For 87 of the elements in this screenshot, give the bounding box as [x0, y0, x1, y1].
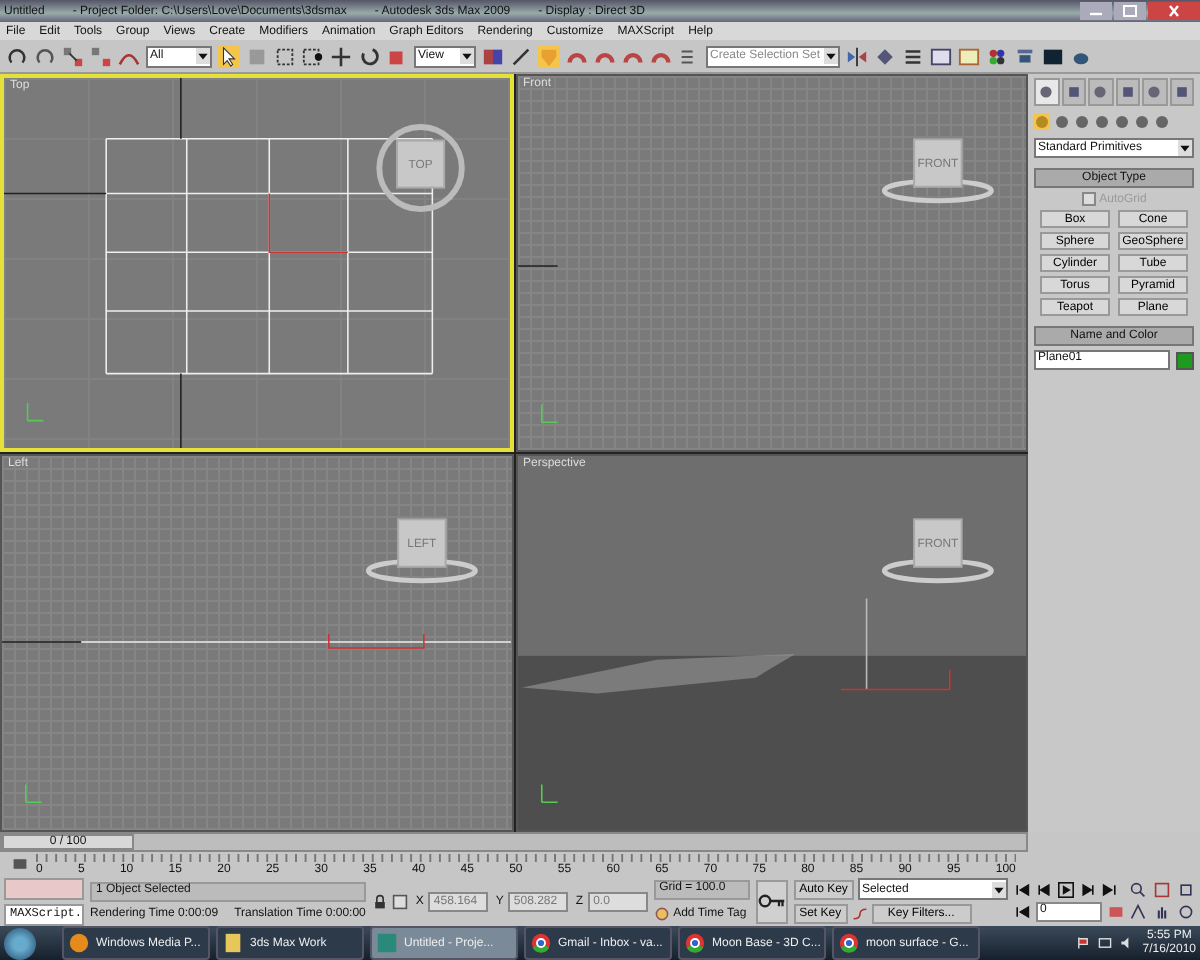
cursor-icon[interactable] — [218, 45, 240, 67]
dropdown-arrow-icon — [196, 48, 210, 64]
render-frame-icon[interactable] — [1042, 45, 1064, 67]
dot-icon — [1054, 114, 1070, 130]
category-button[interactable] — [1054, 114, 1070, 130]
dropdown-arrow-icon — [824, 48, 838, 64]
dropdown-arrow-icon — [1178, 140, 1192, 156]
unlink-icon[interactable] — [90, 45, 112, 67]
window-crossing-icon[interactable] — [302, 45, 324, 67]
dropdown-arrow-icon — [460, 48, 474, 64]
grid-axis-line — [2, 641, 82, 643]
browser-icon — [530, 932, 552, 954]
lock-icon[interactable] — [371, 893, 388, 909]
dot-icon — [1154, 114, 1170, 130]
axis-tripod-icon — [25, 783, 43, 804]
orbit-icon[interactable] — [1177, 904, 1194, 920]
panel-tab[interactable] — [1088, 78, 1113, 106]
grid-axis-line — [517, 265, 558, 267]
axis-tripod-icon — [540, 783, 558, 804]
dot-icon — [1114, 114, 1130, 130]
undo-icon[interactable] — [6, 45, 28, 67]
browser-icon — [684, 932, 706, 954]
start-button[interactable] — [4, 927, 36, 959]
axis-tripod-icon — [26, 402, 45, 422]
curve-editor-icon[interactable] — [930, 45, 952, 67]
set-key-button[interactable] — [755, 879, 788, 923]
redo-icon[interactable] — [34, 45, 56, 67]
close-button[interactable] — [1148, 2, 1200, 20]
category-button[interactable] — [1114, 114, 1130, 130]
zoom-all-icon[interactable] — [1153, 882, 1170, 898]
time-tag-icon[interactable] — [653, 906, 670, 922]
flag-icon[interactable] — [1076, 936, 1091, 950]
zoom-extents-icon[interactable] — [1177, 882, 1194, 898]
axis-line — [864, 597, 867, 691]
manipulate-icon[interactable] — [510, 45, 532, 67]
previous-frame-icon[interactable] — [1035, 881, 1052, 897]
field-of-view-icon[interactable] — [1129, 904, 1146, 920]
go-to-start-icon[interactable] — [1013, 881, 1030, 897]
pivot-marker — [839, 668, 950, 691]
media-player-icon — [68, 932, 90, 954]
key-icon — [757, 894, 786, 908]
move-icon[interactable] — [330, 45, 352, 67]
absolute-mode-icon[interactable] — [391, 893, 408, 909]
material-editor-icon[interactable] — [986, 45, 1008, 67]
mirror-icon[interactable] — [846, 45, 868, 67]
key-tangent-icon[interactable] — [851, 906, 868, 922]
circle-icon — [1038, 84, 1055, 100]
category-button[interactable] — [1074, 114, 1090, 130]
panel-tab[interactable] — [1061, 78, 1086, 106]
go-to-end-icon[interactable] — [1101, 881, 1118, 897]
category-button[interactable] — [1154, 114, 1170, 130]
key-mode-icon[interactable] — [1013, 903, 1030, 919]
link-icon[interactable] — [62, 45, 84, 67]
dot-icon — [1134, 114, 1150, 130]
pivot-marker — [268, 192, 349, 253]
selection-region-icon[interactable] — [274, 45, 296, 67]
filmstrip-icon[interactable] — [12, 856, 28, 872]
network-icon[interactable] — [1098, 936, 1113, 950]
axis-tripod-icon — [540, 403, 558, 424]
browser-icon — [838, 932, 860, 954]
layers-icon[interactable] — [902, 45, 924, 67]
app-icon — [376, 932, 398, 954]
category-button[interactable] — [1134, 114, 1150, 130]
rotate-icon[interactable] — [358, 45, 380, 67]
pivot-marker — [328, 633, 425, 649]
category-button[interactable] — [1094, 114, 1110, 130]
zoom-icon[interactable] — [1129, 882, 1146, 898]
square-icon — [1065, 84, 1082, 100]
panel-tab[interactable] — [1034, 78, 1059, 106]
pivot-icon[interactable] — [482, 45, 504, 67]
dot-icon — [1034, 114, 1050, 130]
panel-tab[interactable] — [1142, 78, 1167, 106]
play-icon[interactable] — [1057, 881, 1074, 897]
square-icon — [1119, 84, 1136, 100]
schematic-icon[interactable] — [958, 45, 980, 67]
panel-tab[interactable] — [1169, 78, 1194, 106]
circle-icon — [1146, 84, 1163, 100]
square-icon — [1173, 84, 1190, 100]
dropdown-arrow-icon — [991, 881, 1006, 897]
folder-icon — [222, 932, 244, 954]
color-swatch[interactable] — [1176, 351, 1194, 369]
dot-icon — [1094, 114, 1110, 130]
panel-tab[interactable] — [1115, 78, 1140, 106]
script-listener-field[interactable] — [4, 877, 85, 899]
circle-icon — [1092, 84, 1109, 100]
dot-icon — [1074, 114, 1090, 130]
next-frame-icon[interactable] — [1079, 881, 1096, 897]
